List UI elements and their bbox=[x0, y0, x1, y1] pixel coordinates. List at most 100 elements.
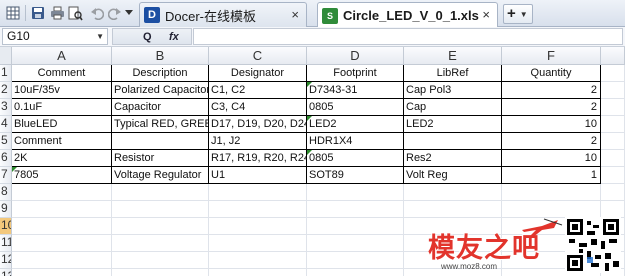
empty-cell[interactable] bbox=[601, 150, 625, 167]
table-cell[interactable]: 2K bbox=[12, 150, 112, 167]
table-cell[interactable]: D17, D19, D20, D24 bbox=[209, 116, 307, 133]
chevron-down-icon[interactable]: ▼ bbox=[520, 10, 528, 19]
name-box[interactable]: G10 ▼ bbox=[2, 28, 108, 45]
new-tab-button[interactable]: + ▼ bbox=[503, 4, 533, 24]
empty-cell[interactable] bbox=[12, 218, 112, 235]
empty-cell[interactable] bbox=[307, 218, 404, 235]
column-header-a[interactable]: A bbox=[12, 47, 112, 65]
table-cell[interactable]: 10uF/35v bbox=[12, 82, 112, 99]
empty-cell[interactable] bbox=[209, 184, 307, 201]
select-all-corner[interactable] bbox=[0, 47, 12, 65]
column-header-c[interactable]: C bbox=[209, 47, 307, 65]
empty-cell[interactable] bbox=[12, 235, 112, 252]
row-header[interactable]: 7 bbox=[0, 167, 12, 184]
table-cell[interactable]: Res2 bbox=[404, 150, 502, 167]
search-icon[interactable]: Q bbox=[143, 29, 152, 45]
table-cell[interactable] bbox=[404, 133, 502, 150]
tab-docer[interactable]: D Docer-在线模板 × bbox=[139, 2, 307, 27]
table-cell[interactable]: D7343-31 bbox=[307, 82, 404, 99]
row-header[interactable]: 2 bbox=[0, 82, 12, 99]
empty-cell[interactable] bbox=[209, 218, 307, 235]
table-cell[interactable]: 2 bbox=[502, 133, 601, 150]
row-header[interactable]: 11 bbox=[0, 235, 12, 252]
empty-cell[interactable] bbox=[601, 99, 625, 116]
table-cell[interactable]: Typical RED, GREE bbox=[112, 116, 209, 133]
table-cell[interactable]: HDR1X4 bbox=[307, 133, 404, 150]
table-cell[interactable]: LED2 bbox=[307, 116, 404, 133]
empty-cell[interactable] bbox=[12, 269, 112, 276]
table-cell[interactable]: Designator bbox=[209, 65, 307, 82]
table-cell[interactable]: 2 bbox=[502, 99, 601, 116]
table-cell[interactable]: 2 bbox=[502, 82, 601, 99]
table-cell[interactable]: 0805 bbox=[307, 150, 404, 167]
table-cell[interactable]: J1, J2 bbox=[209, 133, 307, 150]
empty-cell[interactable] bbox=[209, 269, 307, 276]
empty-cell[interactable] bbox=[12, 252, 112, 269]
empty-cell[interactable] bbox=[601, 65, 625, 82]
empty-cell[interactable] bbox=[209, 235, 307, 252]
row-header[interactable]: 4 bbox=[0, 116, 12, 133]
empty-cell[interactable] bbox=[12, 184, 112, 201]
empty-cell[interactable] bbox=[112, 201, 209, 218]
empty-cell[interactable] bbox=[307, 201, 404, 218]
table-cell[interactable]: Comment bbox=[12, 65, 112, 82]
empty-cell[interactable] bbox=[601, 82, 625, 99]
chevron-down-icon[interactable]: ▼ bbox=[96, 29, 104, 44]
row-header[interactable]: 12 bbox=[0, 252, 12, 269]
empty-cell[interactable] bbox=[209, 201, 307, 218]
empty-cell[interactable] bbox=[112, 218, 209, 235]
table-cell[interactable]: Quantity bbox=[502, 65, 601, 82]
column-header-d[interactable]: D bbox=[307, 47, 404, 65]
function-icon[interactable]: fx bbox=[169, 29, 179, 45]
tab-spreadsheet[interactable]: S Circle_LED_V_0_1.xls × bbox=[317, 2, 498, 28]
table-cell[interactable]: 7805 bbox=[12, 167, 112, 184]
table-cell[interactable]: 10 bbox=[502, 150, 601, 167]
empty-cell[interactable] bbox=[209, 252, 307, 269]
table-cell[interactable]: Resistor bbox=[112, 150, 209, 167]
print-preview-icon[interactable] bbox=[66, 4, 84, 22]
empty-cell[interactable] bbox=[601, 116, 625, 133]
table-cell[interactable]: C1, C2 bbox=[209, 82, 307, 99]
table-cell[interactable]: 0.1uF bbox=[12, 99, 112, 116]
table-cell[interactable]: LED2 bbox=[404, 116, 502, 133]
empty-cell[interactable] bbox=[112, 235, 209, 252]
grid-icon[interactable] bbox=[4, 4, 22, 22]
column-header-e[interactable]: E bbox=[404, 47, 502, 65]
empty-cell[interactable] bbox=[112, 269, 209, 276]
table-cell[interactable]: Polarized Capacitor bbox=[112, 82, 209, 99]
empty-cell[interactable] bbox=[404, 201, 502, 218]
row-header[interactable]: 9 bbox=[0, 201, 12, 218]
close-icon[interactable]: × bbox=[291, 7, 299, 22]
column-header-f[interactable]: F bbox=[502, 47, 601, 65]
print-icon[interactable] bbox=[48, 4, 66, 22]
empty-cell[interactable] bbox=[601, 133, 625, 150]
empty-cell[interactable] bbox=[404, 184, 502, 201]
row-header[interactable]: 3 bbox=[0, 99, 12, 116]
column-header-g[interactable] bbox=[601, 47, 625, 65]
table-cell[interactable]: C3, C4 bbox=[209, 99, 307, 116]
table-cell[interactable] bbox=[112, 133, 209, 150]
empty-cell[interactable] bbox=[601, 201, 625, 218]
table-cell[interactable]: Voltage Regulator bbox=[112, 167, 209, 184]
empty-cell[interactable] bbox=[601, 184, 625, 201]
table-cell[interactable]: Cap Pol3 bbox=[404, 82, 502, 99]
empty-cell[interactable] bbox=[307, 269, 404, 276]
empty-cell[interactable] bbox=[12, 201, 112, 218]
table-cell[interactable]: Volt Reg bbox=[404, 167, 502, 184]
table-cell[interactable]: SOT89 bbox=[307, 167, 404, 184]
empty-cell[interactable] bbox=[502, 184, 601, 201]
redo-icon[interactable] bbox=[106, 4, 124, 22]
row-header[interactable]: 10 bbox=[0, 218, 12, 235]
row-header[interactable]: 6 bbox=[0, 150, 12, 167]
empty-cell[interactable] bbox=[307, 184, 404, 201]
close-icon[interactable]: × bbox=[482, 7, 490, 22]
empty-cell[interactable] bbox=[112, 252, 209, 269]
formula-input[interactable] bbox=[193, 28, 623, 45]
row-header[interactable]: 5 bbox=[0, 133, 12, 150]
save-icon[interactable] bbox=[29, 4, 47, 22]
table-cell[interactable]: Footprint bbox=[307, 65, 404, 82]
dropdown-icon[interactable] bbox=[124, 4, 134, 22]
row-header[interactable]: 1 bbox=[0, 65, 12, 82]
row-header[interactable]: 8 bbox=[0, 184, 12, 201]
undo-icon[interactable] bbox=[88, 4, 106, 22]
